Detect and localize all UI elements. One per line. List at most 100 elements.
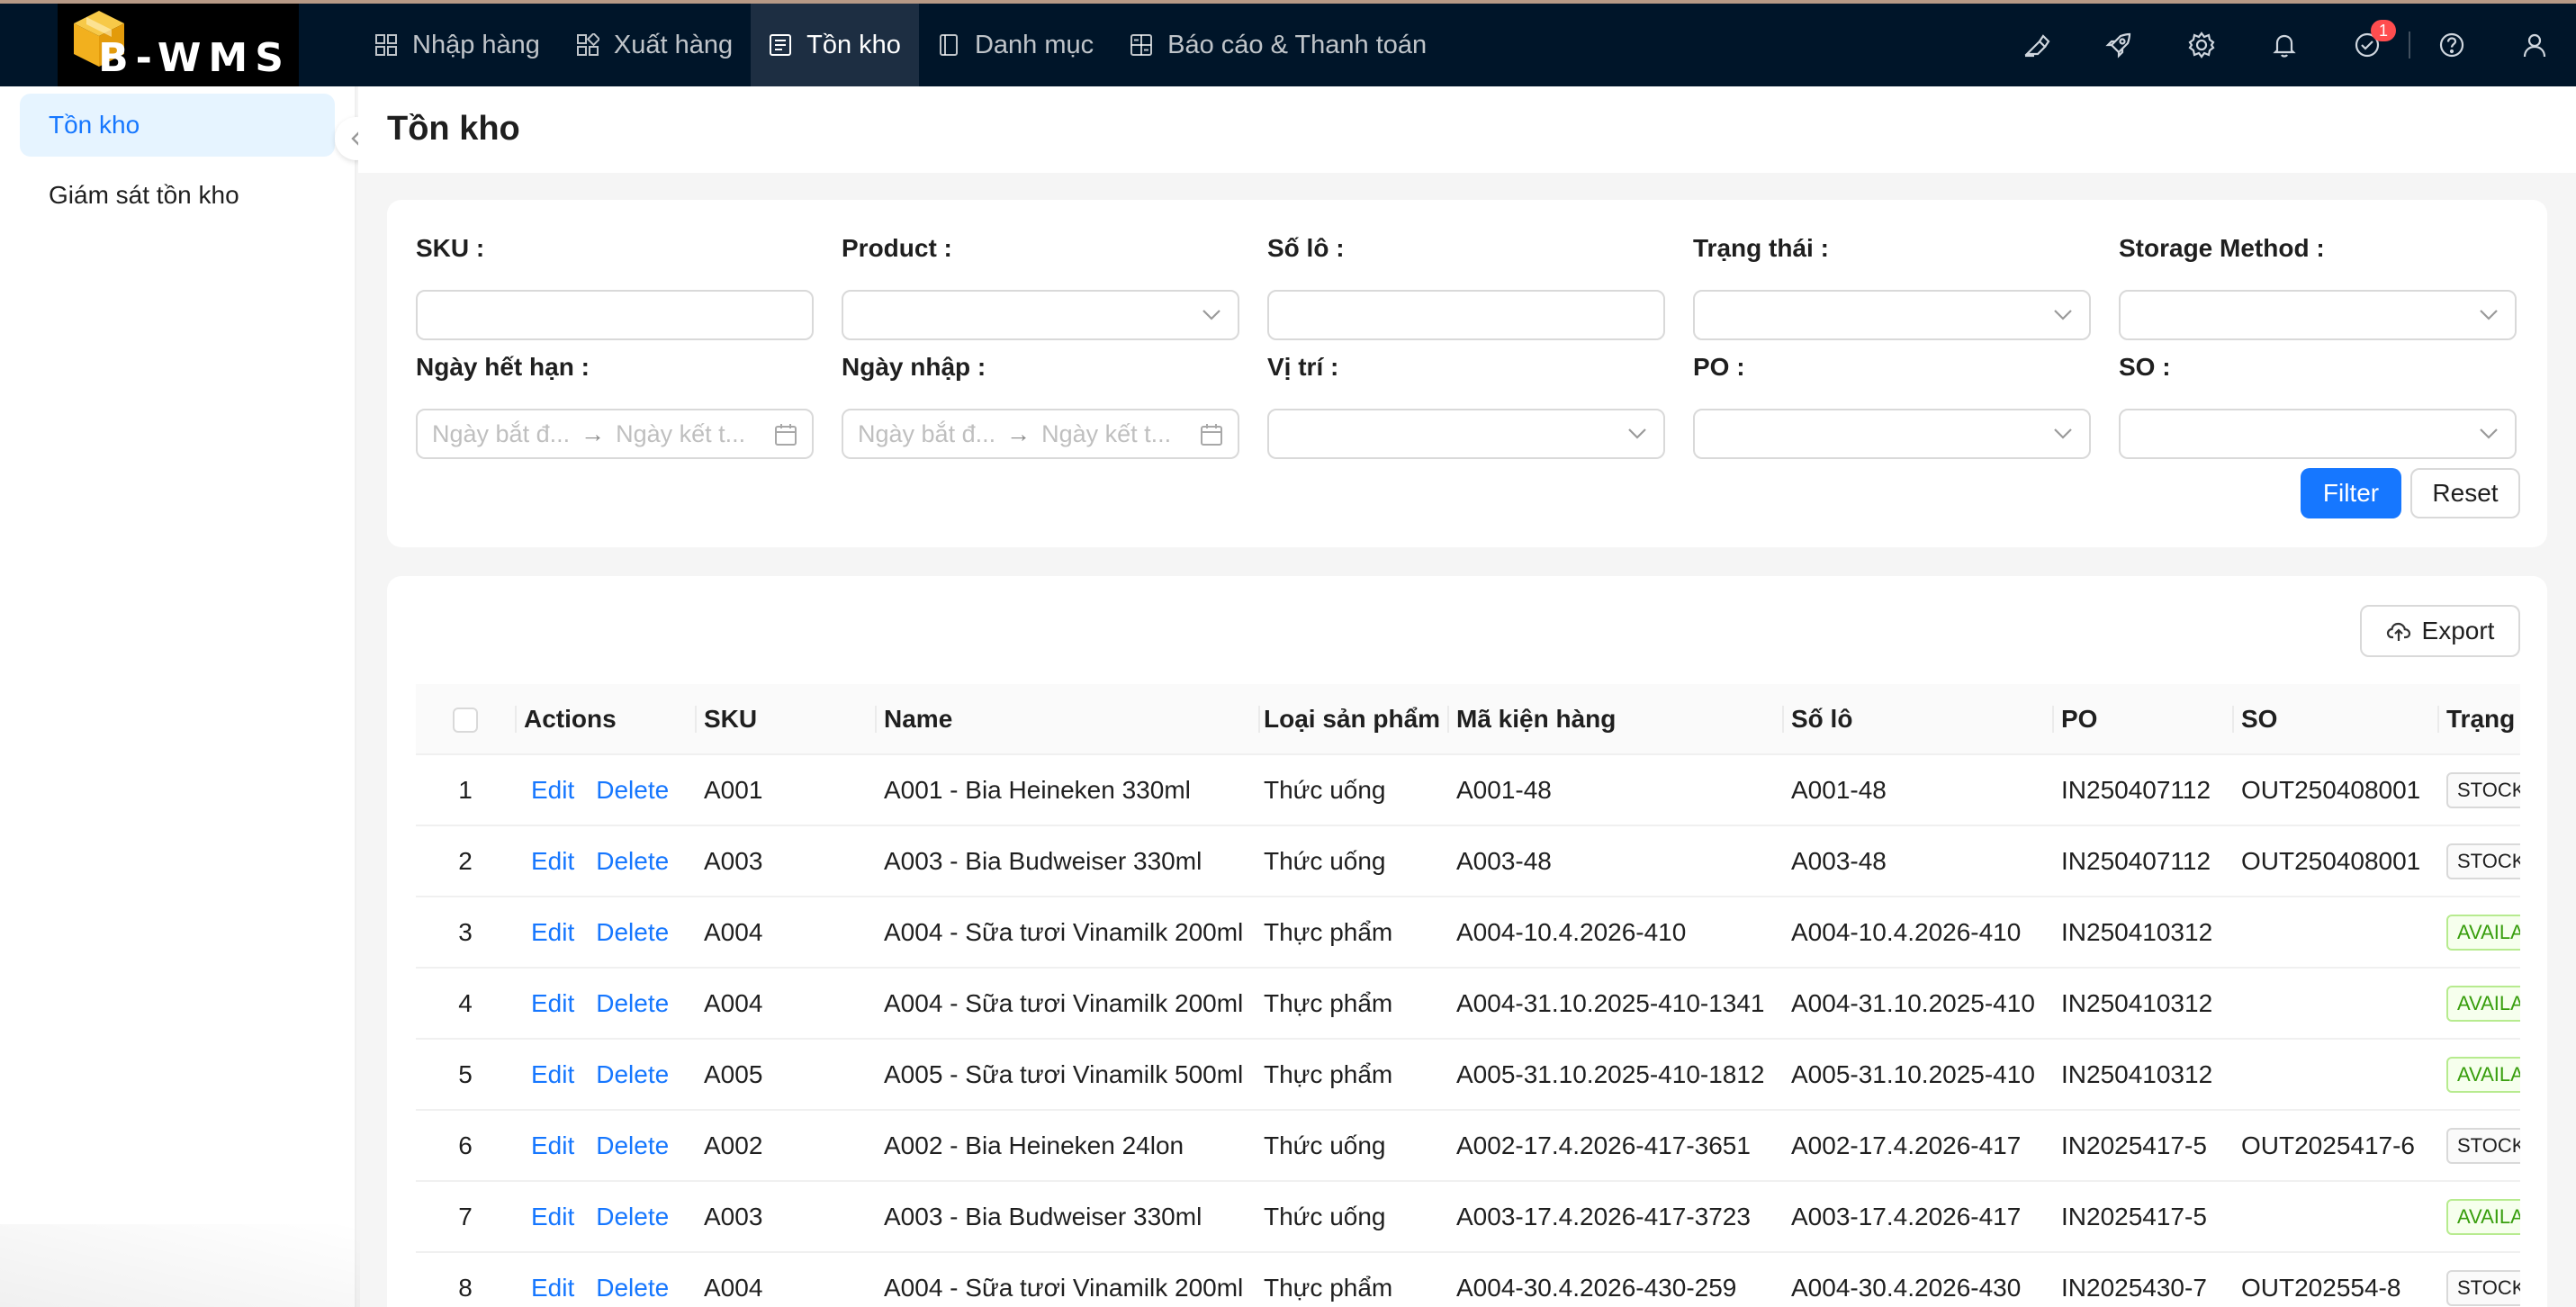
- edit-link[interactable]: Edit: [531, 1203, 574, 1230]
- cell-sku: A003: [704, 846, 763, 875]
- cell-status: AVAILABLE: [2437, 1181, 2520, 1252]
- cell-package-code: A004-31.10.2025-410-1341: [1456, 988, 1765, 1017]
- settings-button[interactable]: [2160, 4, 2243, 86]
- reset-button[interactable]: Reset: [2410, 468, 2520, 518]
- column-header-sku[interactable]: SKU: [695, 684, 875, 755]
- edit-link[interactable]: Edit: [531, 989, 574, 1017]
- product-select[interactable]: [842, 290, 1239, 340]
- column-header-name[interactable]: Name: [875, 684, 1258, 755]
- sidebar-item-giam-sat-ton-kho[interactable]: Giám sát tồn kho: [20, 164, 335, 227]
- arrow-right-icon: →: [1006, 419, 1031, 447]
- delete-link[interactable]: Delete: [596, 776, 669, 804]
- row-actions: Edit Delete: [515, 1110, 695, 1181]
- filter-button[interactable]: Filter: [2301, 468, 2401, 518]
- release-tool-button[interactable]: [2077, 4, 2160, 86]
- nav-item-nhap-hang[interactable]: Nhập hàng: [356, 4, 558, 86]
- delete-link[interactable]: Delete: [596, 1203, 669, 1230]
- table-row[interactable]: 6 Edit Delete A002 A002 - Bia Heineken 24lon…: [416, 1110, 2520, 1181]
- edit-link[interactable]: Edit: [531, 1274, 574, 1302]
- cell-name: A002 - Bia Heineken 24lon: [884, 1131, 1184, 1159]
- edit-link[interactable]: Edit: [531, 1060, 574, 1088]
- import-date-label: Ngày nhập :: [842, 353, 986, 381]
- status-label: Trạng thái :: [1693, 234, 1829, 262]
- edit-link[interactable]: Edit: [531, 847, 574, 875]
- sidebar-item-ton-kho[interactable]: Tồn kho: [20, 94, 335, 157]
- location-select[interactable]: [1267, 409, 1665, 459]
- table-row[interactable]: 5 Edit Delete A005 A005 - Sữa tươi Vinamilk …: [416, 1039, 2520, 1110]
- nav-item-danh-muc[interactable]: Danh mục: [919, 4, 1112, 86]
- expiry-date-range-picker[interactable]: Ngày bắt đ... → Ngày kết t...: [416, 409, 814, 459]
- cell-so: [2232, 897, 2437, 968]
- delete-link[interactable]: Delete: [596, 1274, 669, 1302]
- delete-link[interactable]: Delete: [596, 1060, 669, 1088]
- po-select[interactable]: [1693, 409, 2091, 459]
- column-header-package-code[interactable]: Mã kiện hàng: [1447, 684, 1782, 755]
- table-body: 1 Edit Delete A001 A001 - Bia Heineken 330ml…: [416, 754, 2520, 1307]
- select-all-checkbox[interactable]: [453, 708, 478, 734]
- cell-name: A004 - Sữa tươi Vinamilk 200ml: [884, 917, 1244, 946]
- delete-link[interactable]: Delete: [596, 1131, 669, 1159]
- column-header-lot[interactable]: Số lô: [1782, 684, 2052, 755]
- nav-item-ton-kho[interactable]: Tồn kho: [751, 4, 919, 86]
- import-date-range-picker[interactable]: Ngày bắt đ... → Ngày kết t...: [842, 409, 1239, 459]
- status-filter: Trạng thái :: [1693, 234, 2091, 340]
- cell-lot: A005-31.10.2025-410: [1791, 1059, 2035, 1088]
- grid-icon: [374, 33, 398, 57]
- notifications-button[interactable]: [2243, 4, 2326, 86]
- table-row[interactable]: 7 Edit Delete A003 A003 - Bia Budweiser 330m…: [416, 1181, 2520, 1252]
- cell-product-type: Thực phẩm: [1264, 1059, 1393, 1088]
- cell-package-code: A005-31.10.2025-410-1812: [1456, 1059, 1765, 1088]
- cell-po: IN250407112: [2061, 846, 2211, 875]
- app-logo[interactable]: B-WMS: [58, 4, 299, 86]
- cell-po: IN2025417-5: [2061, 1202, 2207, 1230]
- range-end-placeholder: Ngày kết t...: [616, 419, 746, 447]
- nav-label: Danh mục: [974, 30, 1094, 59]
- table-row[interactable]: 4 Edit Delete A004 A004 - Sữa tươi Vinamilk …: [416, 968, 2520, 1039]
- column-header-product-type[interactable]: Loại sản phẩm: [1258, 684, 1447, 755]
- column-header-so[interactable]: SO: [2232, 684, 2437, 755]
- status-badge: STOCK: [2446, 1127, 2520, 1164]
- lot-input[interactable]: [1267, 290, 1665, 340]
- delete-link[interactable]: Delete: [596, 989, 669, 1017]
- calendar-icon: [775, 424, 797, 446]
- calendar-icon: [1201, 424, 1222, 446]
- cell-po: IN250410312: [2061, 917, 2213, 946]
- tasks-button[interactable]: 1: [2326, 4, 2409, 86]
- page-title: Tồn kho: [387, 110, 520, 148]
- column-header-po[interactable]: PO: [2052, 684, 2232, 755]
- location-filter: Vị trí :: [1267, 353, 1665, 459]
- theme-tool-button[interactable]: [1995, 4, 2077, 86]
- gear-icon: [2188, 32, 2215, 59]
- status-badge: STOCK: [2446, 771, 2520, 808]
- nav-item-xuat-hang[interactable]: Xuất hàng: [558, 4, 751, 86]
- user-button[interactable]: [2493, 4, 2576, 86]
- cell-po: IN250410312: [2061, 988, 2213, 1017]
- so-select[interactable]: [2119, 409, 2517, 459]
- delete-link[interactable]: Delete: [596, 918, 669, 946]
- table-row[interactable]: 8 Edit Delete A004 A004 - Sữa tươi Vinamilk …: [416, 1252, 2520, 1307]
- table-row[interactable]: 2 Edit Delete A003 A003 - Bia Budweiser 330m…: [416, 825, 2520, 897]
- table-row[interactable]: 1 Edit Delete A001 A001 - Bia Heineken 330ml…: [416, 754, 2520, 825]
- delete-link[interactable]: Delete: [596, 847, 669, 875]
- cell-product-type: Thực phẩm: [1264, 917, 1393, 946]
- export-button[interactable]: Export: [2360, 605, 2520, 657]
- status-select[interactable]: [1693, 290, 2091, 340]
- column-header-status[interactable]: Trạng: [2437, 684, 2520, 755]
- nav-item-bao-cao[interactable]: Báo cáo & Thanh toán: [1112, 4, 1445, 86]
- book-icon: [937, 33, 960, 57]
- row-number: 6: [458, 1131, 473, 1159]
- storage-method-select[interactable]: [2119, 290, 2517, 340]
- row-actions: Edit Delete: [515, 825, 695, 897]
- sku-input[interactable]: [416, 290, 814, 340]
- edit-link[interactable]: Edit: [531, 918, 574, 946]
- cell-sku: A001: [704, 775, 763, 804]
- cell-package-code: A002-17.4.2026-417-3651: [1456, 1131, 1751, 1159]
- po-filter: PO :: [1693, 353, 2091, 459]
- sidebar: Tồn kho Giám sát tồn kho: [0, 86, 356, 1307]
- help-button[interactable]: [2410, 4, 2493, 86]
- table-row[interactable]: 3 Edit Delete A004 A004 - Sữa tươi Vinamilk …: [416, 897, 2520, 968]
- nav-label: Xuất hàng: [613, 30, 734, 59]
- edit-link[interactable]: Edit: [531, 1131, 574, 1159]
- inventory-table: Actions SKU Name Loại sản phẩm Mã kiện h…: [416, 684, 2520, 1307]
- edit-link[interactable]: Edit: [531, 776, 574, 804]
